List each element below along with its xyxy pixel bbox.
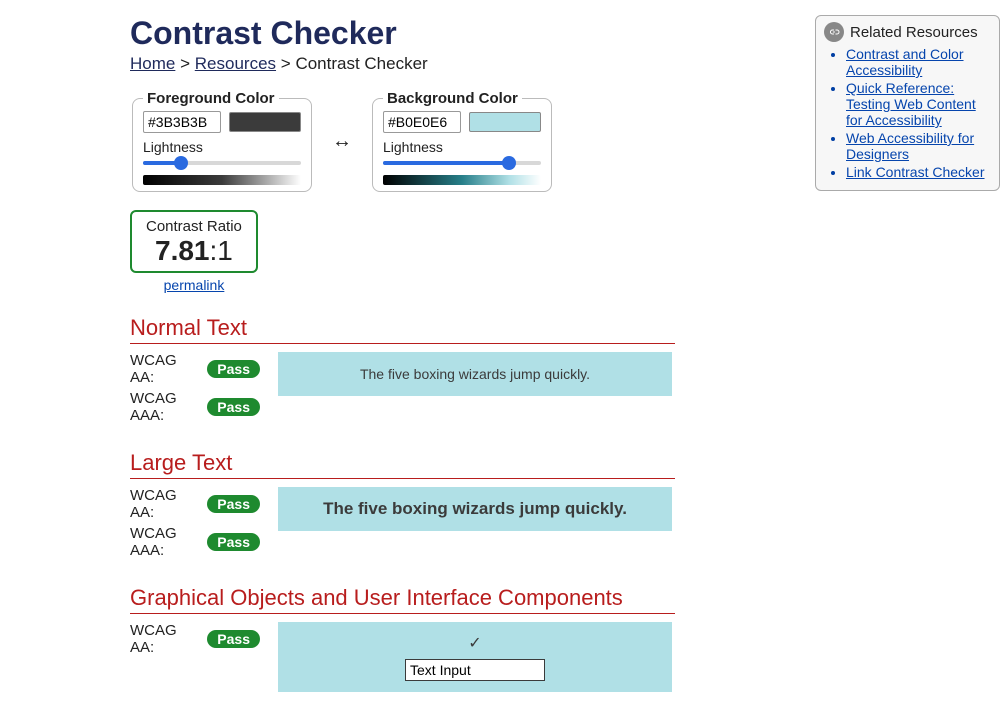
- normal-aa-label: WCAG AA:: [130, 352, 199, 386]
- foreground-lightness-label: Lightness: [143, 139, 301, 155]
- ui-components-heading: Graphical Objects and User Interface Com…: [130, 585, 675, 614]
- link-icon: [824, 22, 844, 42]
- large-aa-badge: Pass: [207, 495, 260, 513]
- large-text-heading: Large Text: [130, 450, 675, 479]
- normal-text-sample: The five boxing wizards jump quickly.: [278, 352, 672, 396]
- related-resources-panel: Related Resources Contrast and Color Acc…: [815, 15, 1000, 191]
- background-lightness-slider[interactable]: [383, 157, 541, 169]
- foreground-slider-thumb[interactable]: [174, 156, 188, 170]
- related-link-designers[interactable]: Web Accessibility for Designers: [846, 130, 974, 162]
- breadcrumb-home[interactable]: Home: [130, 54, 175, 73]
- breadcrumb-resources[interactable]: Resources: [195, 54, 276, 73]
- large-aaa-label: WCAG AAA:: [130, 525, 199, 559]
- permalink-link[interactable]: permalink: [164, 277, 225, 293]
- swap-colors-button[interactable]: ↔: [332, 130, 352, 153]
- large-aa-label: WCAG AA:: [130, 487, 199, 521]
- normal-aaa-label: WCAG AAA:: [130, 390, 199, 424]
- breadcrumb-sep: >: [180, 54, 190, 73]
- foreground-hex-input[interactable]: [143, 111, 221, 133]
- foreground-color-panel: Foreground Color Lightness: [132, 90, 312, 192]
- normal-aaa-badge: Pass: [207, 398, 260, 416]
- background-swatch[interactable]: [469, 112, 541, 132]
- related-resources-title: Related Resources: [850, 24, 978, 41]
- background-color-panel: Background Color Lightness: [372, 90, 552, 192]
- background-slider-fill: [383, 161, 509, 165]
- sample-text-input[interactable]: [405, 659, 545, 681]
- contrast-ratio-label: Contrast Ratio: [146, 218, 242, 235]
- foreground-swatch[interactable]: [229, 112, 301, 132]
- background-slider-thumb[interactable]: [502, 156, 516, 170]
- background-hex-input[interactable]: [383, 111, 461, 133]
- contrast-ratio-value: 7.81:1: [146, 235, 242, 267]
- checkmark-icon: ✓: [468, 633, 481, 653]
- related-link-contrast-color[interactable]: Contrast and Color Accessibility: [846, 46, 964, 78]
- foreground-legend: Foreground Color: [143, 90, 279, 107]
- related-link-link-contrast[interactable]: Link Contrast Checker: [846, 164, 985, 180]
- background-lightness-label: Lightness: [383, 139, 541, 155]
- foreground-hue-bar[interactable]: [143, 175, 301, 185]
- breadcrumb-sep: >: [281, 54, 291, 73]
- normal-text-heading: Normal Text: [130, 315, 675, 344]
- breadcrumb-current: Contrast Checker: [295, 54, 427, 73]
- contrast-ratio-box: Contrast Ratio 7.81:1: [130, 210, 258, 273]
- background-legend: Background Color: [383, 90, 522, 107]
- normal-aa-badge: Pass: [207, 360, 260, 378]
- foreground-lightness-slider[interactable]: [143, 157, 301, 169]
- ui-aa-label: WCAG AA:: [130, 622, 199, 656]
- large-text-sample: The five boxing wizards jump quickly.: [278, 487, 672, 531]
- ui-sample: ✓: [278, 622, 672, 692]
- large-aaa-badge: Pass: [207, 533, 260, 551]
- ui-aa-badge: Pass: [207, 630, 260, 648]
- related-link-quick-reference[interactable]: Quick Reference: Testing Web Content for…: [846, 80, 976, 128]
- background-hue-bar[interactable]: [383, 175, 541, 185]
